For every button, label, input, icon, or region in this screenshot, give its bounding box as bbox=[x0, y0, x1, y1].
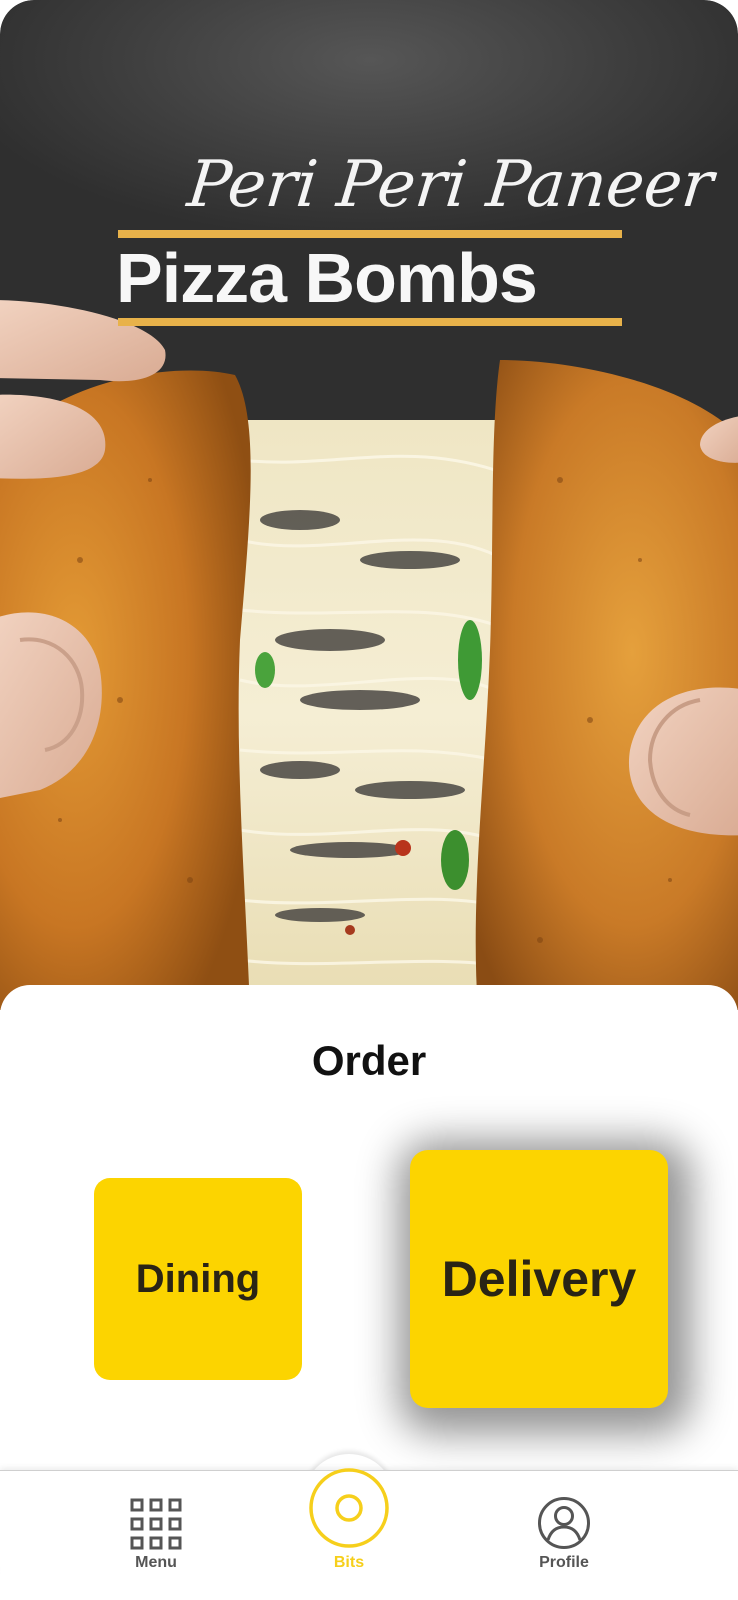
nav-item-bits[interactable]: Bits bbox=[279, 1468, 419, 1590]
delivery-button[interactable]: Delivery bbox=[410, 1150, 668, 1408]
delivery-label: Delivery bbox=[441, 1251, 637, 1307]
dining-label: Dining bbox=[135, 1256, 261, 1301]
nav-label-profile: Profile bbox=[539, 1554, 589, 1571]
nav-item-menu[interactable]: Menu bbox=[86, 1490, 226, 1590]
ring-icon bbox=[309, 1468, 389, 1548]
nav-label-bits: Bits bbox=[333, 1554, 365, 1571]
nav-label-menu: Menu bbox=[135, 1554, 177, 1571]
app-screen: Peri Peri Paneer Pizza Bombs Order Dinin… bbox=[0, 0, 738, 1600]
hero-script-title: Peri Peri Paneer bbox=[184, 148, 717, 222]
hero-image: Peri Peri Paneer Pizza Bombs bbox=[0, 0, 738, 1010]
dining-button[interactable]: Dining bbox=[94, 1178, 302, 1380]
grid-icon bbox=[130, 1498, 182, 1550]
nav-item-profile[interactable]: Profile bbox=[494, 1490, 634, 1590]
order-title: Order bbox=[311, 1037, 427, 1084]
user-icon bbox=[538, 1497, 590, 1549]
hero-main-title: Pizza Bombs bbox=[116, 239, 538, 317]
title-divider-top bbox=[118, 230, 622, 238]
title-divider-bottom bbox=[118, 318, 622, 326]
